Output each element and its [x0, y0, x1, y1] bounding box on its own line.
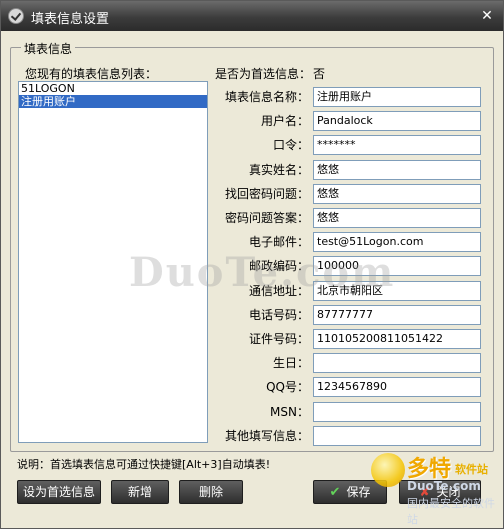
field-label: 证件号码： [248, 332, 309, 346]
set-default-button[interactable]: 设为首选信息 [17, 480, 101, 504]
default-info-value: 否 [313, 67, 326, 81]
field-input[interactable]: test@51Logon.com [313, 232, 481, 252]
field-label: 邮政编码： [248, 259, 309, 273]
save-button[interactable]: ✔ 保存 [313, 480, 387, 504]
field-input[interactable]: 悠悠 [313, 208, 481, 228]
field-label: 生日： [272, 356, 309, 370]
title-bar[interactable]: 填表信息设置 ✕ [1, 1, 503, 31]
list-label: 您现有的填表信息列表： [25, 67, 158, 81]
default-info-label: 是否为首选信息： [215, 67, 312, 81]
brand-sub: 软件站 [455, 463, 488, 476]
field-input[interactable] [313, 353, 481, 373]
close-label: 关闭 [436, 485, 461, 499]
field-input[interactable]: 悠悠 [313, 160, 481, 180]
add-button[interactable]: 新增 [111, 480, 169, 504]
check-icon: ✔ [329, 485, 341, 500]
field-label: 用户名： [260, 114, 309, 128]
field-input[interactable]: 87777777 [313, 305, 481, 325]
field-input[interactable]: 注册用账户 [313, 87, 481, 107]
list-item[interactable]: 51LOGON [19, 82, 207, 95]
field-input[interactable]: 110105200811051422 [313, 329, 481, 349]
field-label: 真实姓名： [248, 163, 309, 177]
group-legend: 填表信息 [21, 40, 76, 57]
field-label: 通信地址： [248, 284, 309, 298]
field-label: 电子邮件： [248, 235, 309, 249]
close-button[interactable]: ✘ 关闭 [399, 480, 481, 504]
window-close-icon[interactable]: ✕ [477, 6, 497, 26]
hint-text: 说明：首选填表信息可通过快捷键[Alt+3]自动填表! [17, 458, 271, 471]
field-input[interactable]: 100000 [313, 256, 481, 276]
field-input[interactable]: Pandalock [313, 111, 481, 131]
field-input[interactable] [313, 426, 481, 446]
field-label: 电话号码： [248, 308, 309, 322]
field-label: MSN： [270, 405, 309, 419]
field-input[interactable]: ******* [313, 135, 481, 155]
app-icon [8, 8, 24, 24]
delete-button[interactable]: 删除 [179, 480, 243, 504]
field-input[interactable]: 悠悠 [313, 184, 481, 204]
field-label: 填表信息名称： [224, 90, 309, 104]
field-label: 密码问题答案： [224, 211, 309, 225]
field-label: 其他填写信息： [224, 429, 309, 443]
field-label: QQ号： [266, 380, 309, 394]
dialog-window: 填表信息设置 ✕ 填表信息 您现有的填表信息列表： 51LOGON 注册用账户 是… [0, 0, 504, 529]
cross-icon: ✘ [419, 485, 431, 500]
field-input[interactable]: 1234567890 [313, 377, 481, 397]
field-label: 找回密码问题： [224, 187, 309, 201]
field-input[interactable] [313, 402, 481, 422]
info-listbox[interactable]: 51LOGON 注册用账户 [18, 81, 208, 443]
field-input[interactable]: 北京市朝阳区 [313, 281, 481, 301]
list-item[interactable]: 注册用账户 [19, 95, 207, 108]
save-label: 保存 [346, 485, 371, 499]
field-label: 口令： [272, 138, 309, 152]
window-title: 填表信息设置 [31, 12, 110, 27]
brand-name: 多特 [407, 457, 452, 482]
